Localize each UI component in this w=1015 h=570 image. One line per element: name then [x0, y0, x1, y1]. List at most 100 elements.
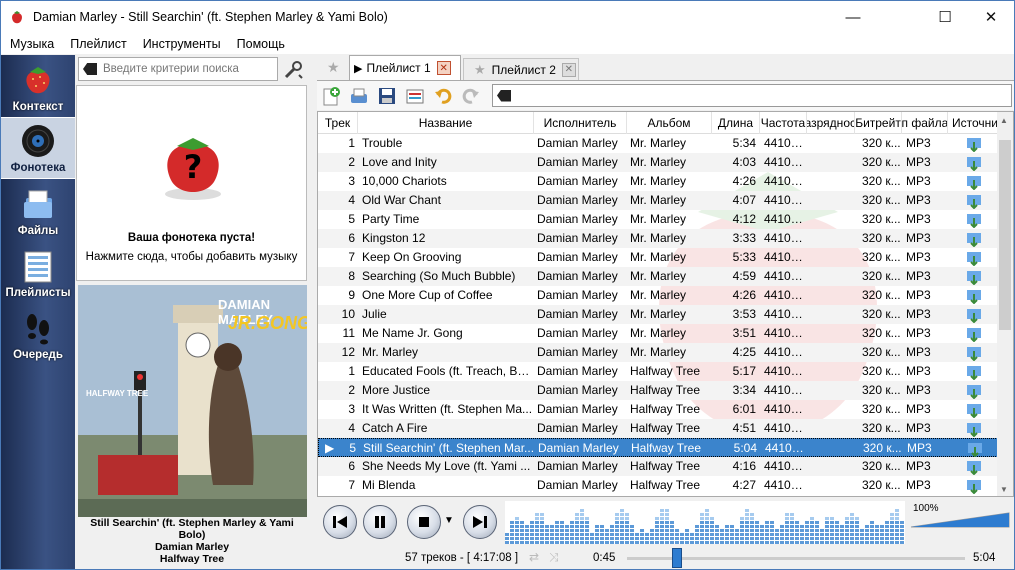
table-row[interactable]: 8 Searching (So Much Bubble) Damian Marley…: [318, 267, 998, 286]
cell-length: 5:17: [732, 364, 756, 378]
sidebar-item-library[interactable]: Фонотека: [1, 117, 75, 179]
clear-search-icon[interactable]: [83, 63, 97, 75]
save-playlist-icon[interactable]: [375, 84, 399, 108]
new-playlist-icon[interactable]: [319, 84, 343, 108]
seek-handle[interactable]: [672, 548, 683, 568]
cell-length: 4:07: [732, 193, 756, 207]
table-row[interactable]: 2 More Justice Damian Marley Halfway Tree 3:…: [318, 381, 998, 400]
cell-title: Old War Chant: [362, 193, 441, 207]
menu-playlist[interactable]: Плейлист: [61, 37, 133, 51]
sidebar-label: Фонотека: [10, 162, 66, 174]
minimize-button[interactable]: —: [830, 1, 876, 33]
cell-album: Halfway Tree: [630, 421, 701, 435]
sidebar-item-context[interactable]: Контекст: [1, 55, 75, 117]
cell-album: Mr. Marley: [630, 136, 687, 150]
cell-bitrate: 320 к...: [863, 441, 902, 455]
cover-album-text: HALFWAY TREE: [86, 389, 149, 398]
table-row[interactable]: 7 Keep On Grooving Damian Marley Mr. Marley…: [318, 248, 998, 267]
shuffle-icon[interactable]: ⤨: [549, 550, 559, 565]
load-playlist-icon[interactable]: [347, 84, 371, 108]
column-header-source[interactable]: Источник: [948, 112, 998, 134]
table-row-current[interactable]: ▶ 5 Still Searchin' (ft. Stephen Mar... Dam…: [318, 438, 998, 458]
menu-tools[interactable]: Инструменты: [134, 37, 228, 51]
cell-bitrate: 320 к...: [862, 231, 901, 245]
close-tab-icon[interactable]: ✕: [561, 62, 576, 77]
column-header-bitdepth[interactable]: Разрядность: [807, 112, 855, 134]
playlist-filter-input[interactable]: [492, 84, 1012, 107]
scroll-up-icon[interactable]: ▲: [1000, 116, 1008, 125]
favorite-star-icon[interactable]: ★: [474, 62, 486, 78]
cell-artist: Damian Marley: [537, 155, 618, 169]
spectrum-analyzer[interactable]: [505, 501, 905, 544]
cell-length: 4:26: [732, 174, 756, 188]
next-track-button[interactable]: [463, 505, 497, 539]
close-tab-icon[interactable]: ✕: [436, 61, 451, 75]
repeat-icon[interactable]: ⇄: [529, 550, 539, 564]
cell-rate: 44100...: [764, 212, 807, 226]
cell-album: Mr. Marley: [630, 250, 687, 264]
cell-type: MP3: [906, 421, 931, 435]
close-button[interactable]: ✕: [968, 1, 1014, 33]
cell-track: 10: [341, 307, 355, 321]
table-row[interactable]: 4 Old War Chant Damian Marley Mr. Marley 4:0…: [318, 191, 998, 210]
column-header-length[interactable]: Длина: [712, 112, 760, 134]
table-row[interactable]: 5 Party Time Damian Marley Mr. Marley 4:12 44…: [318, 210, 998, 229]
table-row[interactable]: 10 Julie Damian Marley Mr. Marley 3:53 44100.…: [318, 305, 998, 324]
sidebar-item-playlists[interactable]: Плейлисты: [1, 241, 75, 303]
table-row[interactable]: 3 10,000 Chariots Damian Marley Mr. Marley 4…: [318, 172, 998, 191]
column-header-bitrate[interactable]: Битрейт: [855, 112, 902, 134]
table-row[interactable]: 4 Catch A Fire Damian Marley Halfway Tree 4:…: [318, 419, 998, 438]
cell-type: MP3: [906, 459, 931, 473]
pause-button[interactable]: [363, 505, 397, 539]
table-row[interactable]: 6 She Needs My Love (ft. Yami ... Damian M…: [318, 457, 998, 476]
table-row[interactable]: 1 Educated Fools (ft. Treach, Bu... Damian…: [318, 362, 998, 381]
undo-icon[interactable]: [431, 84, 455, 108]
stop-button[interactable]: [407, 505, 441, 539]
maximize-button[interactable]: ☐: [922, 1, 968, 33]
cell-rate: 44100...: [764, 136, 807, 150]
empty-library-hint[interactable]: Нажмите сюда, чтобы добавить музыку: [77, 251, 306, 263]
volume-slider[interactable]: 100%: [909, 503, 1011, 529]
scrollbar-thumb[interactable]: [999, 140, 1011, 330]
table-row[interactable]: 11 Me Name Jr. Gong Damian Marley Mr. Marle…: [318, 324, 998, 343]
cell-rate: 44100...: [764, 364, 807, 378]
local-file-source-icon: [966, 191, 986, 210]
table-row[interactable]: 9 One More Cup of Coffee Damian Marley Mr. …: [318, 286, 998, 305]
shuffle-playlist-icon[interactable]: [403, 84, 427, 108]
table-row[interactable]: 6 Kingston 12 Damian Marley Mr. Marley 3:33 4…: [318, 229, 998, 248]
cell-album: Halfway Tree: [630, 459, 701, 473]
seek-slider[interactable]: [627, 548, 965, 568]
scroll-down-icon[interactable]: ▼: [1000, 485, 1008, 494]
redo-icon[interactable]: [459, 84, 483, 108]
table-row[interactable]: 1 Trouble Damian Marley Mr. Marley 5:34 44100…: [318, 134, 998, 153]
cell-album: Mr. Marley: [630, 288, 687, 302]
favorite-star-icon[interactable]: ★: [327, 59, 340, 76]
clear-filter-icon[interactable]: [497, 89, 511, 102]
cell-type: MP3: [906, 383, 931, 397]
tab-playlist-2[interactable]: ★ Плейлист 2 ✕: [463, 58, 579, 80]
table-row[interactable]: 12 Mr. Marley Damian Marley Mr. Marley 4:25 4…: [318, 343, 998, 362]
library-search-input[interactable]: Введите критерии поиска: [78, 57, 278, 81]
menu-help[interactable]: Помощь: [228, 37, 292, 51]
column-header-artist[interactable]: Исполнитель: [534, 112, 627, 134]
cell-bitrate: 320 к...: [862, 174, 901, 188]
table-row[interactable]: 3 It Was Written (ft. Stephen Ma... Damian…: [318, 400, 998, 419]
table-row[interactable]: 7 Mi Blenda Damian Marley Halfway Tree 4:27 4…: [318, 476, 998, 495]
table-row[interactable]: 2 Love and Inity Damian Marley Mr. Marley 4:…: [318, 153, 998, 172]
column-header-title[interactable]: Название: [358, 112, 534, 134]
sidebar-item-queue[interactable]: Очередь: [1, 303, 75, 365]
library-settings-icon[interactable]: [282, 59, 304, 81]
menu-music[interactable]: Музыка: [1, 37, 61, 51]
cell-rate: 44100...: [764, 250, 807, 264]
tab-playlist-1[interactable]: ▶ Плейлист 1 ✕: [349, 55, 461, 80]
column-header-album[interactable]: Альбом: [627, 112, 712, 134]
sidebar-item-files[interactable]: Файлы: [1, 179, 75, 241]
stop-options-chevron-down-icon[interactable]: ▼: [444, 515, 454, 526]
cell-track: 3: [348, 174, 355, 188]
vertical-scrollbar[interactable]: ▲ ▼: [997, 112, 1013, 496]
column-header-samplerate[interactable]: Частота: [760, 112, 807, 134]
previous-track-button[interactable]: [323, 505, 357, 539]
column-header-filetype[interactable]: Тип файла: [902, 112, 948, 134]
empty-library-box[interactable]: ? Ваша фонотека пуста! Нажмите сюда, что…: [76, 85, 307, 281]
column-header-track[interactable]: Трек: [318, 112, 358, 134]
